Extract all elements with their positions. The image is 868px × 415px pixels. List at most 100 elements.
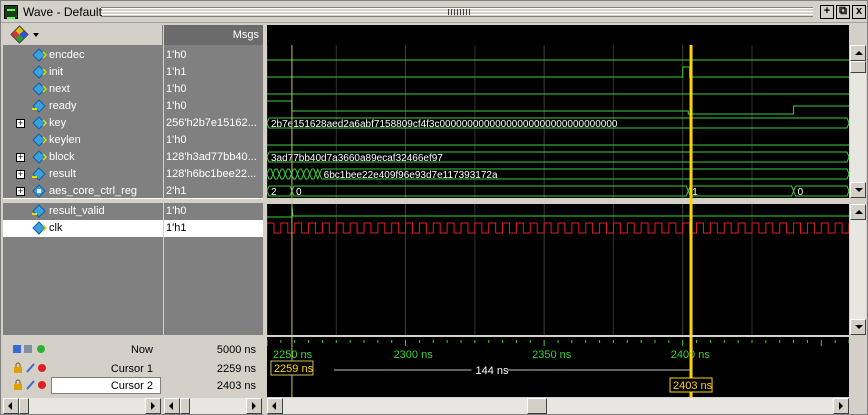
cursor-2-label: Cursor 2 [110,380,153,392]
wave-header: Msgs [1,25,867,45]
value-row-keylen[interactable]: 1'h0 [164,132,264,149]
signal-value: 1'h0 [166,205,187,217]
value-row-block[interactable]: 128'h3ad77bb40... [164,149,264,166]
key-bus-label: 2b7e151628aed2a6abf7158809cf4f3c00000000… [271,119,618,130]
input-port-icon [32,48,47,62]
signal-row-result-valid[interactable]: result_valid [3,203,163,220]
scroll-thumb-names[interactable] [19,398,29,414]
grip-dots-icon [448,9,470,15]
scroll-down-button-2[interactable] [850,319,866,335]
scroll-thumb-values[interactable] [180,398,190,414]
expand-toggle[interactable]: + [16,187,25,196]
input-port-icon [32,82,47,96]
values-hscrollbar[interactable] [164,398,262,414]
input-port-icon [32,221,47,235]
signal-name: result_valid [49,205,105,217]
input-port-icon [32,133,47,147]
signal-row-keylen[interactable]: keylen [3,132,163,149]
value-row-next[interactable]: 1'h0 [164,81,264,98]
signal-name: ready [49,100,77,112]
signal-name: init [49,66,64,78]
result-bus-segment [315,168,321,180]
ctrl-bus-label: 2 [271,187,277,198]
value-row-result-valid[interactable]: 1'h0 [164,203,264,220]
value-row-init[interactable]: 1'h1 [164,64,264,81]
chevron-down-icon[interactable] [33,33,39,37]
window-title: Wave - Default [23,5,102,19]
scroll-left-button-wave[interactable] [267,398,283,414]
waveform-canvas[interactable]: 2b7e151628aed2a6abf7158809cf4f3c00000000… [267,45,849,335]
digital-wave [267,205,849,218]
add-button[interactable]: + [820,5,834,19]
cursor-1-label: Cursor 1 [110,363,153,375]
scroll-right-button-wave[interactable] [833,398,849,414]
lock-icon[interactable] [13,362,49,374]
scroll-right-button[interactable] [145,398,161,414]
now-row: Now [3,341,163,358]
lock-icon[interactable] [13,379,49,391]
upper-vertical-scrollbar[interactable] [850,45,866,198]
signal-row-ready[interactable]: ready [3,98,163,115]
signal-row-block[interactable]: + block [3,149,163,166]
undock-button[interactable]: ⧉ [836,5,850,19]
signal-row-result[interactable]: + result [3,166,163,183]
output-port-icon [32,99,46,113]
ctrl-bus-label: 0 [798,187,804,198]
scroll-up-button[interactable] [850,45,866,61]
cursor-1-tag-text: 2259 ns [274,363,314,375]
cursor-tools-icon[interactable] [13,343,49,355]
signal-value: 1'h0 [166,49,187,61]
waveform-pane[interactable]: 2b7e151628aed2a6abf7158809cf4f3c00000000… [267,45,849,335]
arrow-right-icon [252,402,256,410]
scroll-up-button-2[interactable] [850,204,866,220]
signal-name: aes_core_ctrl_reg [49,185,138,197]
result-bus-segment [303,168,311,180]
result-bus-segment [272,168,280,180]
value-row-encdec[interactable]: 1'h0 [164,47,264,64]
signal-row-clk[interactable]: clk [3,220,163,237]
result-bus-segment [296,168,305,180]
cursor-timeline[interactable]: 2250 ns 2300 ns 2350 ns 2400 ns 2259 ns 144 n… [266,337,850,397]
value-row-key[interactable]: 256'h2b7e15162... [164,115,264,132]
value-row-result[interactable]: 128'h6bc1bee22... [164,166,264,183]
wave-window: Wave - Default + ⧉ x Msgs encdec init next… [0,0,868,415]
expand-toggle[interactable]: + [16,153,25,162]
toolbar-cell [3,25,163,45]
scroll-thumb[interactable] [850,61,866,73]
value-row-ready[interactable]: 1'h0 [164,98,264,115]
wave-hscrollbar[interactable] [267,398,849,414]
lower-vertical-scrollbar[interactable] [850,204,866,335]
scroll-right-button-values[interactable] [246,398,262,414]
timeline-canvas[interactable]: 2250 ns 2300 ns 2350 ns 2400 ns2259 ns 144 n… [266,337,850,397]
format-diamond-icon[interactable] [10,25,29,44]
cursor-2-row[interactable]: Cursor 2 [3,377,163,394]
scroll-down-button[interactable] [850,182,866,198]
cursor-names: Now Cursor 1 Cursor 2 [3,337,163,397]
result-bus-segment [309,168,317,180]
scroll-left-button-values[interactable] [164,398,180,414]
arrow-up-icon [855,210,863,214]
names-hscrollbar[interactable] [3,398,161,414]
expand-toggle[interactable]: + [16,119,25,128]
value-row-clk[interactable]: 1'h1 [164,220,264,237]
cursor-1-value: 2259 ns [216,363,256,375]
now-label: Now [130,344,153,356]
scroll-thumb-wave[interactable] [527,398,547,414]
signal-row-next[interactable]: next [3,81,163,98]
signal-row-encdec[interactable]: encdec [3,47,163,64]
input-port-icon [32,150,47,164]
block-bus-label: 3ad77bb40d7a3660a89ecaf32466ef97 [271,153,443,164]
msgs-header: Msgs [164,25,264,45]
input-port-icon [32,65,47,79]
signal-row-key[interactable]: + key [3,115,163,132]
ctrl-bus-label: 1 [692,187,698,198]
result-bus-segment [278,168,286,180]
expand-toggle[interactable]: + [16,170,25,179]
scroll-left-button[interactable] [3,398,19,414]
result-bus-label: 6bc1bee22e409f96e93d7e117393172a [324,170,498,181]
cursor-1-row[interactable]: Cursor 1 [3,360,163,377]
result-bus-segment [284,168,292,180]
close-button[interactable]: x [852,5,866,19]
output-port-icon [32,167,46,181]
signal-row-init[interactable]: init [3,64,163,81]
